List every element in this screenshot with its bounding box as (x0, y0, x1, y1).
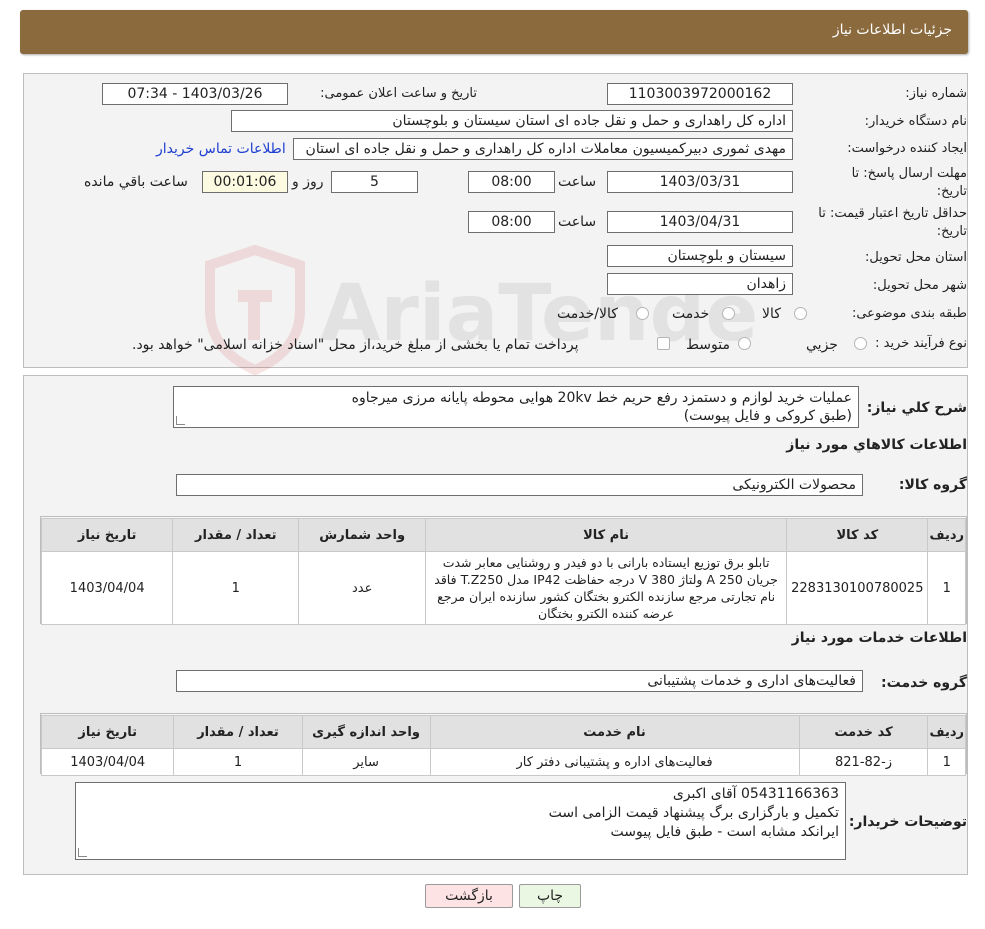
goods-cell-name: تابلو برق توزیع ایستاده بارانی با دو فید… (425, 551, 788, 625)
category-label: طبقه بندی موضوعی: (851, 306, 967, 321)
description-line-2: (طبق کروکی و فایل پیوست) (683, 408, 852, 424)
services-cell-qty: 1 (173, 748, 303, 776)
need-number-label: شماره نیاز: (905, 86, 967, 101)
goods-cell-code: 2283130100780025 (786, 551, 929, 625)
goods-col-code: کد کالا (786, 518, 929, 552)
goods-group-field: محصولات الکترونیکی (176, 474, 863, 496)
description-label: شرح كلي نياز: (866, 400, 967, 416)
goods-col-unit: واحد شمارش (298, 518, 427, 552)
process-medium-label: متوسط (686, 337, 730, 353)
services-col-name: نام خدمت (429, 715, 800, 749)
buyer-org-field: اداره کل راهداری و حمل و نقل جاده ای است… (231, 110, 793, 132)
buyer-notes-line-2: تکمیل و بارگزاری برگ پیشنهاد قیمت الزامی… (548, 805, 839, 821)
remaining-label: ساعت باقي مانده (84, 174, 188, 190)
city-field: زاهدان (607, 273, 793, 295)
services-col-unit: واحد اندازه گیری (301, 715, 431, 749)
goods-table: ردیف کد کالا نام کالا واحد شمارش تعداد /… (40, 518, 966, 625)
goods-table-header: ردیف کد کالا نام کالا واحد شمارش تعداد /… (40, 518, 966, 552)
goods-col-qty: تعداد / مقدار (172, 518, 300, 552)
deadline-time-field: 08:00 (468, 171, 555, 193)
deadline-time-label: ساعت (558, 174, 597, 190)
deadline-label-date: تاریخ: (936, 184, 967, 199)
services-col-date: تاریخ نیاز (40, 715, 175, 749)
process-minor-radio[interactable] (854, 337, 867, 350)
announce-label: تاریخ و ساعت اعلان عمومی: (320, 86, 477, 101)
category-goods-radio[interactable] (794, 307, 807, 320)
process-minor-label: جزيي (806, 337, 838, 353)
goods-col-name: نام کالا (425, 518, 788, 552)
table-row: 1 2283130100780025 تابلو برق توزیع ایستا… (40, 551, 966, 625)
goods-cell-unit: عدد (298, 551, 427, 625)
resize-handle-icon[interactable] (78, 848, 87, 857)
validity-time-field: 08:00 (468, 211, 555, 233)
category-goods-service-radio[interactable] (636, 307, 649, 320)
services-table-header: ردیف کد خدمت نام خدمت واحد اندازه گیری ت… (40, 715, 966, 749)
process-label: نوع فرآیند خرید : (875, 336, 967, 351)
goods-col-row: ردیف (927, 518, 966, 552)
goods-group-label: گروه كالا: (898, 477, 967, 493)
days-field: 5 (331, 171, 418, 193)
buyer-notes-textarea[interactable]: 05431166363 آقای اکبری تکمیل و بارگزاری … (75, 782, 846, 860)
deadline-label: مهلت ارسال پاسخ: تا (851, 166, 967, 181)
category-goods-service-label: کالا/خدمت (557, 306, 618, 322)
goods-cell-row: 1 (927, 551, 966, 625)
services-col-code: کد خدمت (798, 715, 929, 749)
province-field: سیستان و بلوچستان (607, 245, 793, 267)
goods-col-date: تاریخ نیاز (40, 518, 174, 552)
description-line-1: عملیات خرید لوازم و دستمزد رفع حریم خط 2… (351, 390, 852, 406)
services-cell-row: 1 (927, 748, 966, 776)
services-cell-name: فعالیت‌های اداره و پشتیبانی دفتر کار (429, 748, 800, 776)
city-label: شهر محل تحویل: (872, 278, 967, 293)
buyer-org-label: نام دستگاه خریدار: (864, 114, 967, 129)
description-textarea[interactable]: عملیات خرید لوازم و دستمزد رفع حریم خط 2… (173, 386, 859, 428)
province-label: استان محل تحویل: (865, 250, 967, 265)
days-label: روز و (292, 174, 324, 190)
table-row: 1 ز-82-821 فعالیت‌های اداره و پشتیبانی د… (40, 748, 966, 776)
category-service-radio[interactable] (722, 307, 735, 320)
page-header: جزئیات اطلاعات نیاز (20, 10, 968, 54)
services-col-qty: تعداد / مقدار (173, 715, 303, 749)
creator-field: مهدی ثموری دبیرکمیسیون معاملات اداره کل … (293, 138, 793, 160)
goods-cell-date: 1403/04/04 (40, 551, 174, 625)
process-medium-radio[interactable] (738, 337, 751, 350)
services-table: ردیف کد خدمت نام خدمت واحد اندازه گیری ت… (40, 715, 966, 776)
category-service-label: خدمت (672, 306, 710, 322)
deadline-date-field: 1403/03/31 (607, 171, 793, 193)
need-number-field: 1103003972000162 (607, 83, 793, 105)
back-button[interactable]: بازگشت (425, 884, 513, 908)
services-cell-code: ز-82-821 (798, 748, 929, 776)
services-group-field: فعالیت‌های اداری و خدمات پشتیبانی (176, 670, 863, 692)
page-title: جزئیات اطلاعات نیاز (832, 22, 952, 38)
announce-field: 1403/03/26 - 07:34 (102, 83, 288, 105)
services-section-title: اطلاعات خدمات مورد نياز (791, 630, 967, 646)
services-cell-date: 1403/04/04 (40, 748, 175, 776)
buyer-notes-line-3: ایرانکد مشابه است - طبق فایل پیوست (610, 824, 839, 840)
services-cell-unit: سایر (301, 748, 431, 776)
resize-handle-icon[interactable] (176, 416, 185, 425)
goods-section-title: اطلاعات كالاهاي مورد نياز (786, 437, 967, 453)
validity-label-date: تاریخ: (936, 224, 967, 239)
process-note-checkbox[interactable] (657, 337, 670, 350)
buyer-contact-link[interactable]: اطلاعات تماس خریدار (156, 141, 286, 157)
services-col-row: ردیف (927, 715, 966, 749)
category-goods-label: کالا (762, 306, 781, 322)
goods-cell-qty: 1 (172, 551, 300, 625)
buyer-notes-label: توضیحات خریدار: (848, 814, 967, 830)
creator-label: ایجاد کننده درخواست: (847, 141, 967, 156)
remaining-time-field: 00:01:06 (202, 171, 288, 193)
buyer-notes-line-1: 05431166363 آقای اکبری (672, 786, 839, 802)
validity-date-field: 1403/04/31 (607, 211, 793, 233)
print-button[interactable]: چاپ (519, 884, 581, 908)
services-group-label: گروه خدمت: (881, 675, 967, 691)
validity-time-label: ساعت (558, 214, 597, 230)
validity-label: حداقل تاریخ اعتبار قیمت: تا (818, 206, 967, 221)
process-note: پرداخت تمام یا بخشی از مبلغ خرید،از محل … (132, 337, 579, 353)
